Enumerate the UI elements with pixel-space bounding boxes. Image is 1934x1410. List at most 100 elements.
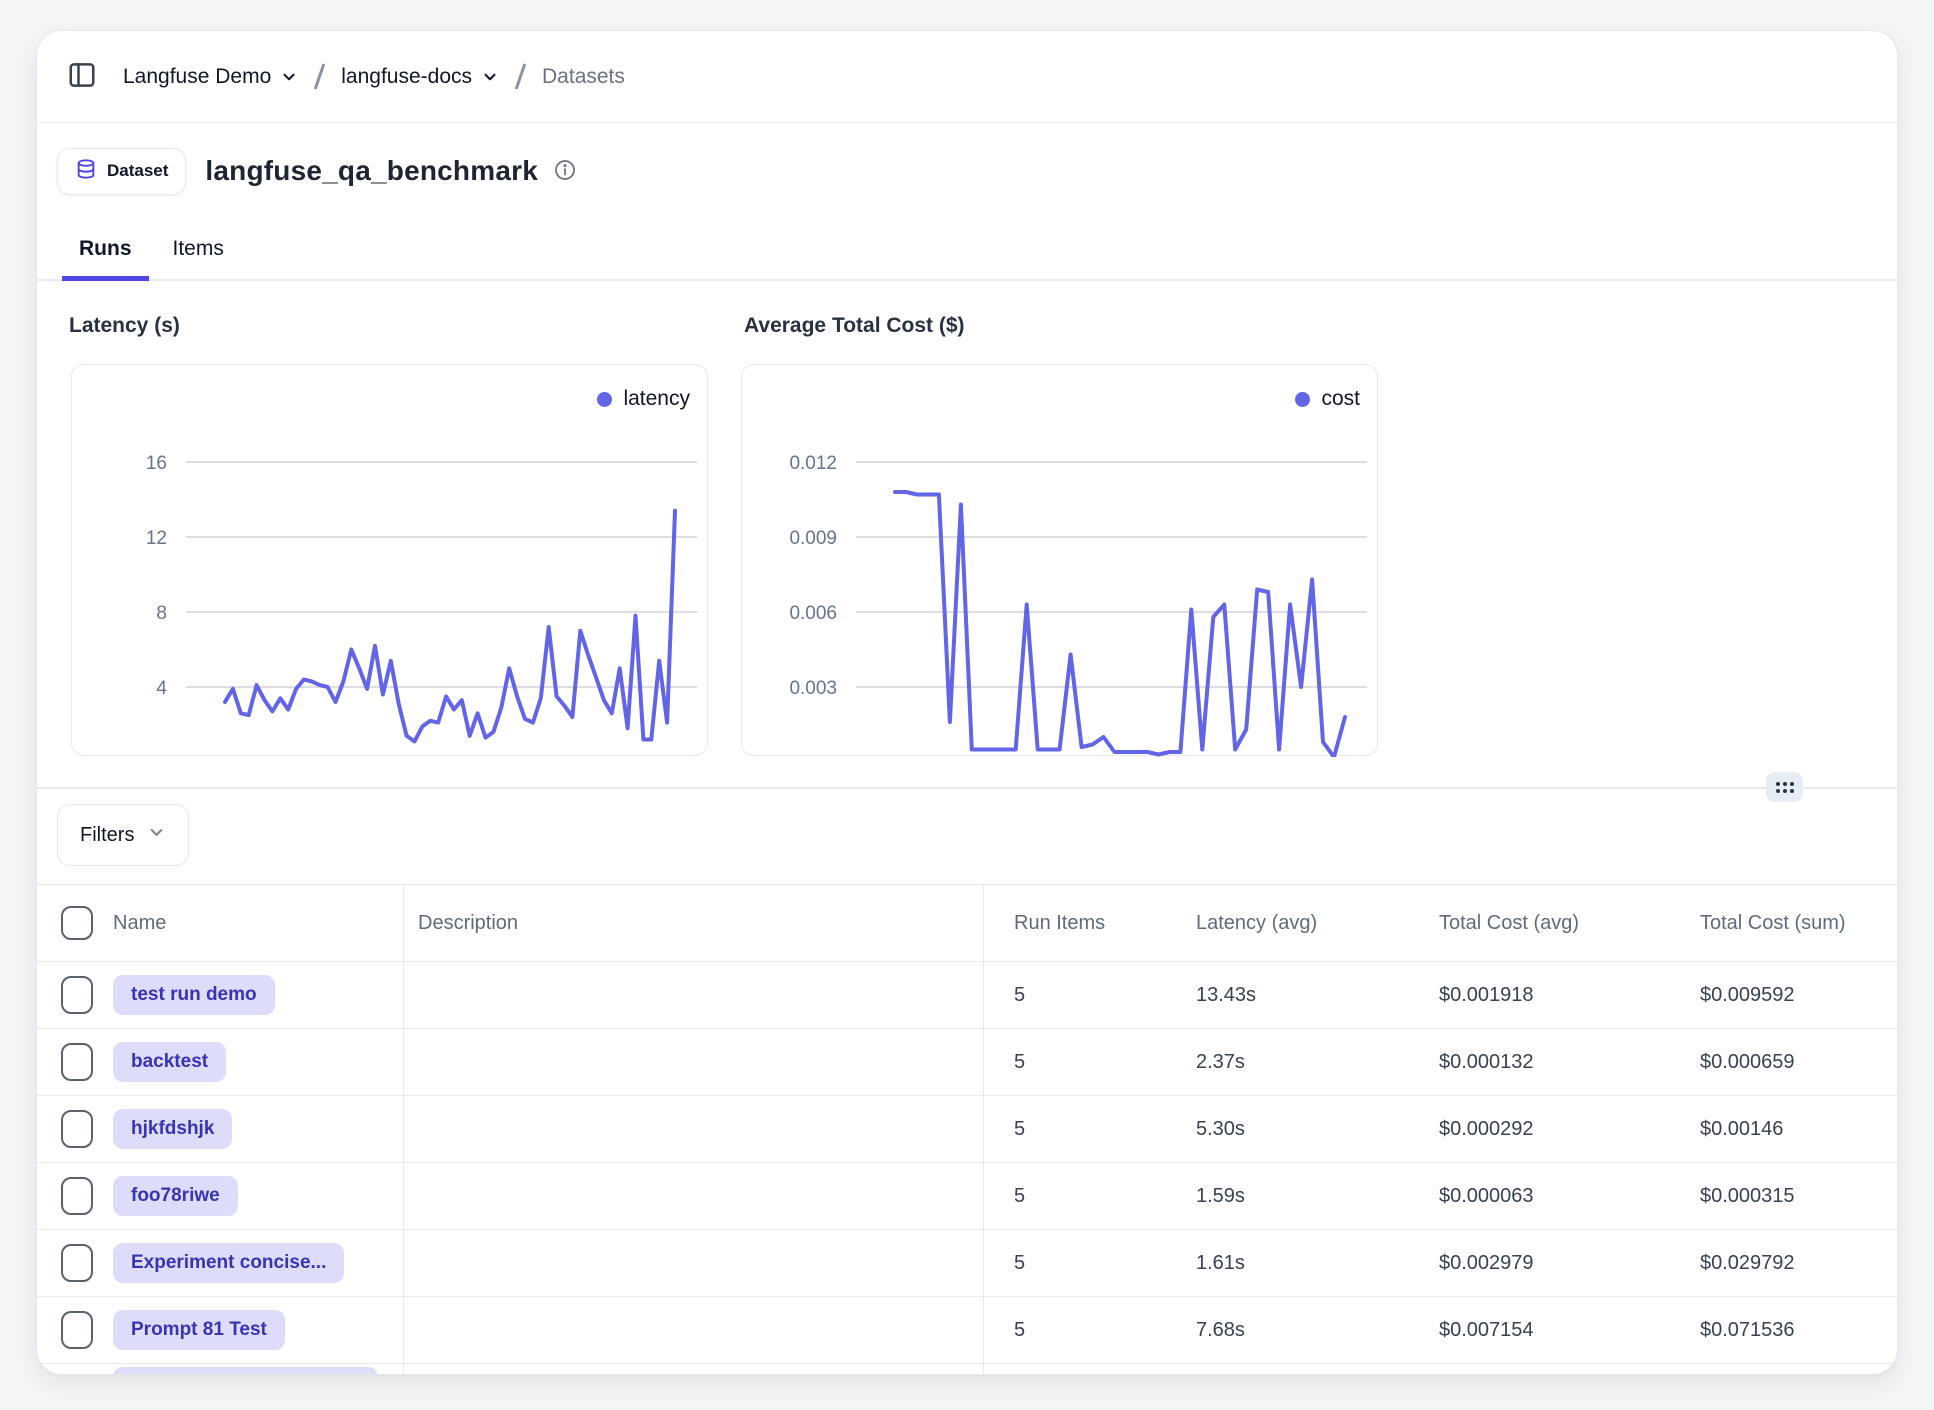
dataset-badge-label: Dataset [107, 161, 168, 181]
svg-text:4: 4 [156, 678, 167, 699]
breadcrumb-separator [314, 63, 326, 90]
run-name-link[interactable]: Experiment concise... [113, 1243, 344, 1283]
row-checkbox[interactable] [61, 1311, 93, 1349]
legend-dot-icon [1295, 392, 1310, 407]
total-cost-sum-cell: $0.029792 [1670, 1230, 1897, 1296]
svg-text:8: 8 [156, 603, 167, 624]
panel-left-icon [67, 60, 97, 93]
total-cost-avg-cell: $0.001918 [1409, 962, 1670, 1028]
table-row: backtest 5 2.37s $0.000132 $0.000659 [37, 1029, 1897, 1096]
breadcrumb-page[interactable]: Datasets [542, 65, 625, 89]
svg-text:16: 16 [146, 453, 167, 474]
tab-runs[interactable]: Runs [62, 237, 149, 279]
run-items-cell: 5 [984, 1297, 1166, 1363]
row-checkbox[interactable] [61, 1110, 93, 1148]
total-cost-sum-cell: $0.00146 [1670, 1096, 1897, 1162]
table-row: foo78riwe 5 1.59s $0.000063 $0.000315 [37, 1163, 1897, 1230]
description-cell [404, 1230, 984, 1296]
total-cost-sum-cell: $0.009592 [1670, 962, 1897, 1028]
latency-avg-cell: 5.30s [1166, 1096, 1409, 1162]
section-divider [37, 787, 1897, 789]
tab-items[interactable]: Items [156, 237, 241, 279]
latency-legend: latency [597, 387, 690, 411]
latency-avg-cell: 2.37s [1166, 1029, 1409, 1095]
column-header-total-cost-avg[interactable]: Total Cost (avg) [1439, 912, 1579, 935]
row-checkbox[interactable] [61, 1244, 93, 1282]
chevron-down-icon [147, 823, 166, 848]
latency-avg-cell: 1.59s [1166, 1163, 1409, 1229]
page-header: Dataset langfuse_qa_benchmark [57, 145, 577, 197]
select-all-checkbox[interactable] [61, 906, 93, 940]
description-cell [404, 1096, 984, 1162]
row-checkbox[interactable] [61, 1043, 93, 1081]
section-resize-handle[interactable] [1766, 772, 1803, 802]
table-row: Prompt 81 Test 5 7.68s $0.007154 $0.0715… [37, 1297, 1897, 1364]
column-header-description[interactable]: Description [418, 912, 518, 935]
svg-text:0.012: 0.012 [789, 453, 837, 474]
legend-label: cost [1321, 387, 1360, 411]
run-items-cell: 5 [984, 1096, 1166, 1162]
legend-dot-icon [597, 392, 612, 407]
description-cell [404, 1029, 984, 1095]
table-row: test run demo 5 13.43s $0.001918 $0.0095… [37, 962, 1897, 1029]
legend-label: latency [623, 387, 690, 411]
table-header-row: Name Description Run Items Latency (avg)… [37, 885, 1897, 962]
table-row: hjkfdshjk 5 5.30s $0.000292 $0.00146 [37, 1096, 1897, 1163]
run-name-link[interactable]: test run demo [113, 975, 275, 1015]
latency-avg-cell: 13.43s [1166, 962, 1409, 1028]
filters-button-label: Filters [80, 824, 134, 847]
runs-table: Name Description Run Items Latency (avg)… [37, 884, 1897, 1374]
total-cost-avg-cell: $0.000063 [1409, 1163, 1670, 1229]
breadcrumb-project[interactable]: langfuse-docs [341, 65, 472, 89]
tab-bar: Runs Items [37, 219, 1897, 281]
breadcrumb-org[interactable]: Langfuse Demo [123, 65, 271, 89]
table-row: Experiment concise... 5 1.61s $0.002979 … [37, 1230, 1897, 1297]
total-cost-sum-cell: $0.000315 [1670, 1163, 1897, 1229]
total-cost-avg-cell: $0.000292 [1409, 1096, 1670, 1162]
latency-chart-title: Latency (s) [69, 314, 180, 338]
svg-text:0.003: 0.003 [789, 678, 837, 699]
run-items-cell: 5 [984, 962, 1166, 1028]
total-cost-avg-cell: $0.007154 [1409, 1297, 1670, 1363]
cost-chart-title: Average Total Cost ($) [744, 314, 965, 338]
cost-chart: 0.0120.0090.0060.003 cost [741, 364, 1378, 756]
run-items-cell: 5 [984, 1163, 1166, 1229]
sidebar-toggle-button[interactable] [67, 60, 97, 93]
chevron-down-icon[interactable] [280, 68, 298, 86]
description-cell [404, 1364, 984, 1374]
cost-legend: cost [1295, 387, 1360, 411]
column-header-latency-avg[interactable]: Latency (avg) [1196, 912, 1317, 935]
total-cost-sum-cell: $0.071536 [1670, 1297, 1897, 1363]
description-cell [404, 962, 984, 1028]
run-items-cell: 5 [984, 1230, 1166, 1296]
run-name-link[interactable]: hjkfdshjk [113, 1109, 232, 1149]
svg-text:12: 12 [146, 528, 167, 549]
dataset-badge: Dataset [57, 148, 186, 195]
description-cell [404, 1297, 984, 1363]
info-icon [553, 158, 577, 185]
description-cell [404, 1163, 984, 1229]
run-name-link[interactable]: foo78riwe [113, 1176, 238, 1216]
info-button[interactable] [553, 158, 577, 185]
run-name-link[interactable]: backtest [113, 1042, 226, 1082]
row-checkbox[interactable] [61, 976, 93, 1014]
latency-line-chart-svg: 16 12 8 4 [72, 365, 709, 757]
grip-dots-icon [1776, 782, 1794, 793]
database-icon [75, 158, 97, 185]
latency-chart: 16 12 8 4 latency [71, 364, 708, 756]
column-header-name[interactable]: Name [113, 912, 166, 935]
breadcrumb: Langfuse Demo langfuse-docs Datasets [37, 31, 1897, 123]
latency-avg-cell: 7.68s [1166, 1297, 1409, 1363]
filters-button[interactable]: Filters [57, 804, 189, 866]
column-header-run-items[interactable]: Run Items [1014, 912, 1105, 935]
run-name-link[interactable]: Prompt 81 Test [113, 1310, 285, 1350]
run-name-link[interactable] [113, 1367, 378, 1374]
row-checkbox[interactable] [61, 1177, 93, 1215]
total-cost-avg-cell: $0.002979 [1409, 1230, 1670, 1296]
chevron-down-icon[interactable] [481, 68, 499, 86]
table-row-partial [37, 1364, 1897, 1374]
total-cost-sum-cell: $0.000659 [1670, 1029, 1897, 1095]
column-header-total-cost-sum[interactable]: Total Cost (sum) [1700, 912, 1846, 935]
total-cost-avg-cell: $0.000132 [1409, 1029, 1670, 1095]
svg-text:0.006: 0.006 [789, 603, 837, 624]
